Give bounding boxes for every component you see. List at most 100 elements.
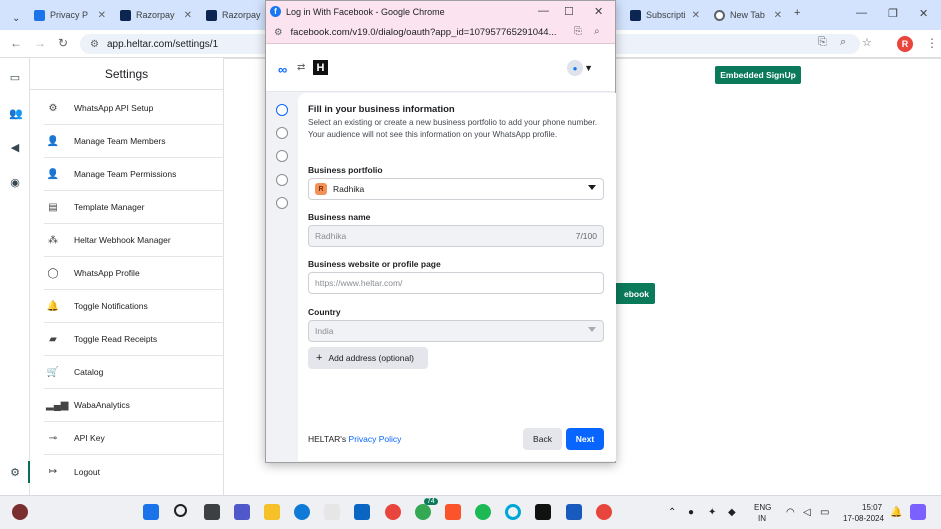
login-with-facebook-button[interactable]: ebook <box>610 283 655 304</box>
site-info-icon[interactable]: ⚙ <box>90 39 99 50</box>
sidebar-item-whatsapp-api-setup[interactable]: ⚙ WhatsApp API Setup <box>44 92 224 125</box>
store-icon[interactable] <box>324 504 340 520</box>
sidebar-item-label: WhatsApp Profile <box>74 268 140 278</box>
whatsapp-icon[interactable] <box>415 504 431 520</box>
tab-search-button[interactable]: ⌄ <box>4 7 28 29</box>
chevron-down-icon <box>588 185 596 190</box>
browser-tab[interactable]: Razorpay <box>198 4 268 26</box>
minimize-button[interactable]: — <box>538 5 549 17</box>
sidebar-item-template-manager[interactable]: ▤ Template Manager <box>44 191 224 224</box>
facebook-icon: f <box>270 6 281 17</box>
sidebar-item-toggle-notifications[interactable]: 🔔 Toggle Notifications <box>44 290 224 323</box>
chrome-icon[interactable] <box>385 504 401 520</box>
wifi-icon[interactable]: ◠ <box>786 507 795 518</box>
battery-icon[interactable]: ▭ <box>820 507 829 518</box>
minimize-button[interactable]: — <box>856 7 867 19</box>
weather-icon[interactable] <box>12 504 28 520</box>
chevron-down-icon[interactable]: ▼ <box>584 63 593 73</box>
restore-button[interactable]: ❐ <box>888 7 898 20</box>
file-explorer-icon[interactable] <box>264 504 280 520</box>
spotify-icon[interactable] <box>475 504 491 520</box>
website-input[interactable]: https://www.heltar.com/ <box>308 272 604 294</box>
clock-time[interactable]: 15:07 <box>862 503 882 512</box>
profile-avatar[interactable]: R <box>897 36 913 52</box>
install-app-icon[interactable]: ⎘ <box>574 26 582 37</box>
sidebar-item-toggle-read-receipts[interactable]: ▰ Toggle Read Receipts <box>44 323 224 356</box>
task-view-icon[interactable] <box>204 504 220 520</box>
notification-badge: 74 <box>424 498 438 505</box>
maximize-button[interactable]: ☐ <box>564 5 574 18</box>
sidebar-item-logout[interactable]: ↦ Logout <box>44 455 224 488</box>
gear-icon[interactable]: ⚙ <box>9 467 21 479</box>
reload-icon[interactable]: ↻ <box>58 36 68 50</box>
tray-app-icon[interactable]: ✦ <box>708 507 716 518</box>
next-button[interactable]: Next <box>566 428 604 450</box>
country-select[interactable]: India <box>308 320 604 342</box>
brave-icon[interactable] <box>445 504 461 520</box>
browser-tab[interactable]: Subscripti ✕ <box>622 4 708 26</box>
close-icon[interactable]: ✕ <box>774 10 782 21</box>
sidebar-item-wabaanalytics[interactable]: ▂▄▆ WabaAnalytics <box>44 389 224 422</box>
browser-tab[interactable]: Razorpay ✕ <box>112 4 200 26</box>
install-app-icon[interactable]: ⎘ <box>818 36 827 49</box>
zoom-icon[interactable]: ⌕ <box>594 26 600 37</box>
volume-icon[interactable]: ◁ <box>803 507 811 518</box>
site-info-icon[interactable]: ⚙ <box>274 27 283 38</box>
word-icon[interactable] <box>566 504 582 520</box>
new-tab-button[interactable]: + <box>794 7 800 19</box>
compass-icon[interactable]: ◉ <box>9 177 21 189</box>
back-arrow-icon[interactable]: ← <box>10 36 22 50</box>
browser-tab[interactable]: New Tab ✕ <box>706 4 790 26</box>
sidebar-item-whatsapp-profile[interactable]: ◯ WhatsApp Profile <box>44 257 224 290</box>
close-window-button[interactable]: ✕ <box>594 5 603 18</box>
chrome-icon[interactable] <box>596 504 612 520</box>
search-icon[interactable] <box>174 504 187 517</box>
netflix-icon[interactable] <box>535 504 551 520</box>
person-key-icon: 👤 <box>46 168 60 180</box>
business-portfolio-select[interactable]: R Radhika <box>308 178 604 200</box>
tray-app-icon[interactable]: ● <box>688 507 694 518</box>
back-button[interactable]: Back <box>523 428 562 450</box>
account-avatar[interactable]: ● <box>567 60 583 76</box>
sidebar-item-manage-team-members[interactable]: 👤 Manage Team Members <box>44 125 224 158</box>
inbox-icon[interactable]: ▭ <box>9 72 21 84</box>
add-address-button[interactable]: + Add address (optional) <box>308 347 428 369</box>
embedded-signup-button[interactable]: Embedded SignUp <box>715 66 801 84</box>
edge-icon[interactable] <box>294 504 310 520</box>
sidebar-item-label: WhatsApp API Setup <box>74 103 154 113</box>
teams-icon[interactable] <box>234 504 250 520</box>
close-window-button[interactable]: ✕ <box>919 7 928 20</box>
chevron-up-icon[interactable]: ⌃ <box>668 507 676 518</box>
contacts-icon[interactable]: 👥 <box>9 108 23 120</box>
sidebar-item-heltar-webhook-manager[interactable]: ⁂ Heltar Webhook Manager <box>44 224 224 257</box>
alexa-icon[interactable] <box>505 504 521 520</box>
form-description: Select an existing or create a new busin… <box>308 118 598 139</box>
sidebar-item-label: Template Manager <box>74 202 145 212</box>
tray-app-icon[interactable]: ◆ <box>728 507 736 518</box>
privacy-policy-link[interactable]: Privacy Policy <box>349 434 402 444</box>
close-icon[interactable]: ✕ <box>692 10 700 21</box>
forward-arrow-icon[interactable]: → <box>34 36 46 50</box>
sidebar-item-manage-team-permissions[interactable]: 👤 Manage Team Permissions <box>44 158 224 191</box>
menu-icon[interactable]: ⋮ <box>926 36 938 50</box>
sidebar-item-catalog[interactable]: 🛒 Catalog <box>44 356 224 389</box>
step-indicator <box>276 197 288 209</box>
popup-header: ∞ ⇄ H ● ▼ <box>266 44 615 92</box>
browser-tab[interactable]: Privacy P ✕ <box>26 4 114 26</box>
business-name-field[interactable]: Radhika 7/100 <box>308 225 604 247</box>
bell-icon[interactable]: 🔔 <box>890 507 902 518</box>
clock-date[interactable]: 17-08-2024 <box>843 514 884 523</box>
copilot-icon[interactable] <box>910 504 926 520</box>
document-icon: ▤ <box>48 201 58 213</box>
portfolio-avatar: R <box>315 183 327 195</box>
zoom-icon[interactable]: ⌕ <box>840 36 846 49</box>
close-icon[interactable]: ✕ <box>184 10 192 21</box>
windows-start-icon[interactable] <box>143 504 159 520</box>
mail-icon[interactable] <box>354 504 370 520</box>
close-icon[interactable]: ✕ <box>98 10 106 21</box>
megaphone-icon[interactable]: ◀ <box>9 142 21 154</box>
region-indicator[interactable]: IN <box>758 514 766 523</box>
sidebar-item-api-key[interactable]: ⊸ API Key <box>44 422 224 455</box>
language-indicator[interactable]: ENG <box>754 503 771 512</box>
star-icon[interactable]: ☆ <box>862 36 872 49</box>
